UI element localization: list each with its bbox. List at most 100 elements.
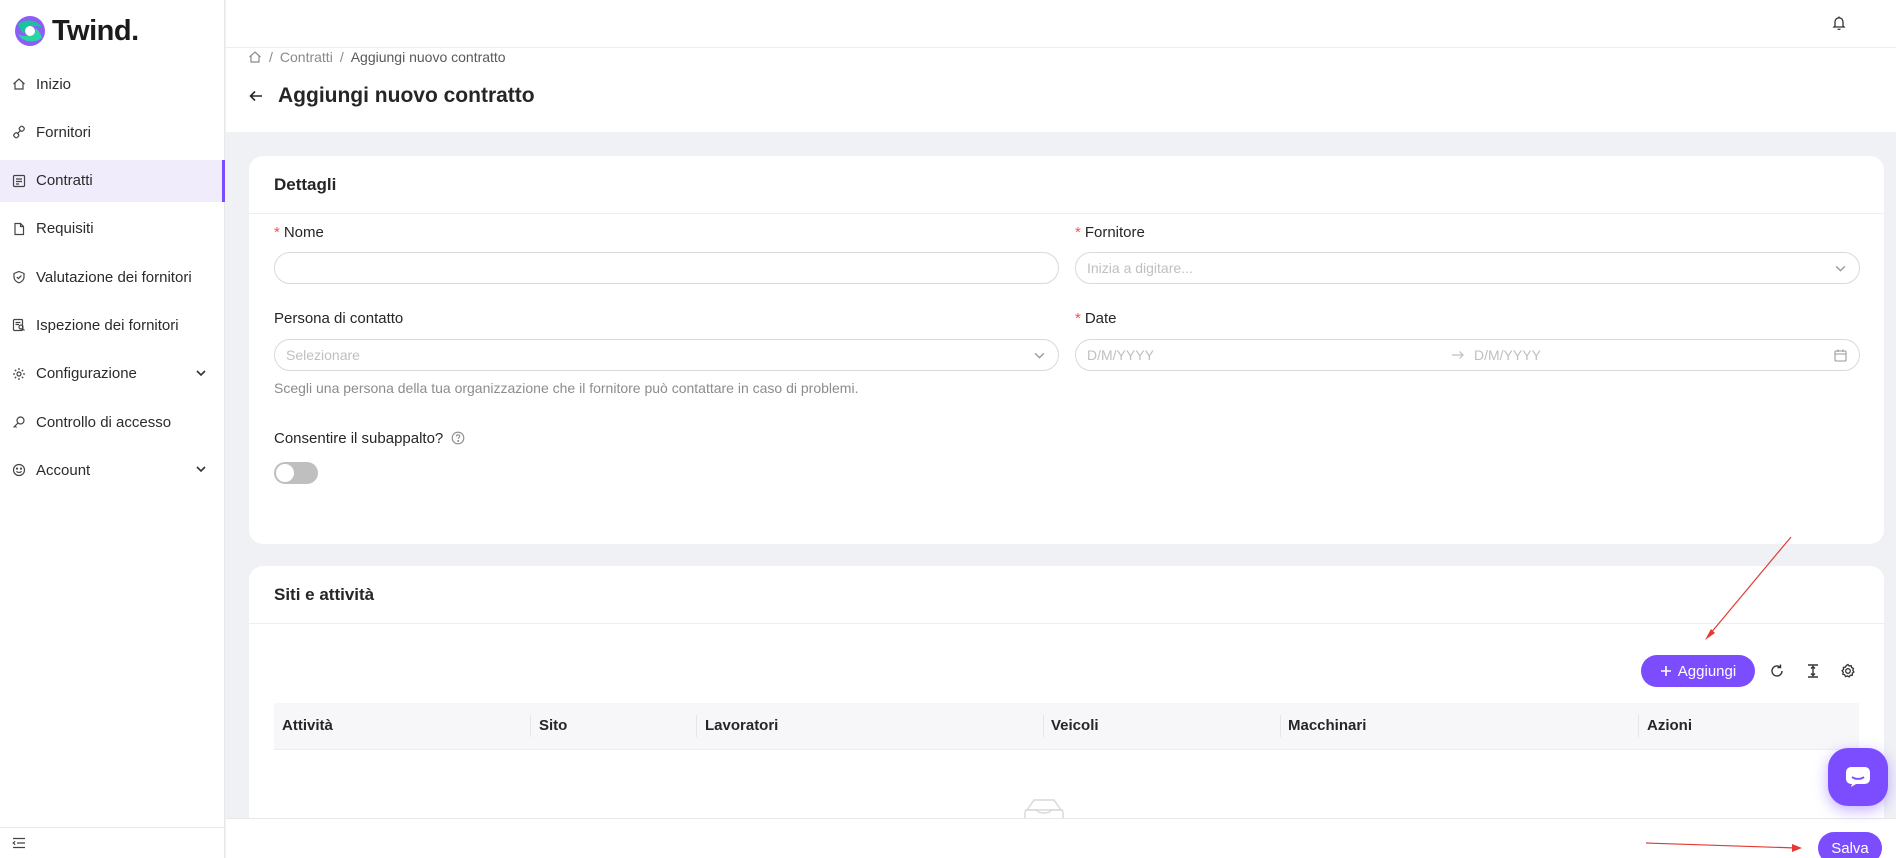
app-root: Twind. Inizio Fornitori Contratti Requis… [0, 0, 1896, 858]
column-separator [1280, 715, 1281, 737]
contatto-label: Persona di contatto [274, 310, 404, 327]
contract-icon [12, 174, 26, 188]
logo-text: Twind. [52, 14, 139, 47]
sidebar-collapse-toggle[interactable] [0, 827, 225, 858]
breadcrumb: / Contratti / Aggiungi nuovo contratto [248, 49, 506, 65]
page-title-row: Aggiungi nuovo contratto [248, 84, 535, 108]
arrow-right-icon [1452, 351, 1464, 359]
sidebar-item-contratti[interactable]: Contratti [0, 159, 225, 202]
sidebar-item-ispezione[interactable]: Ispezione dei fornitori [0, 304, 225, 346]
required-asterisk: * [1075, 224, 1081, 241]
column-header-sito[interactable]: Sito [539, 717, 567, 734]
sidebar-nav: Inizio Fornitori Contratti Requisiti Val… [0, 63, 225, 498]
sidebar-item-label: Contratti [36, 172, 93, 190]
chat-widget-button[interactable] [1828, 748, 1888, 806]
sidebar: Twind. Inizio Fornitori Contratti Requis… [0, 0, 225, 858]
sidebar-item-label: Controllo di accesso [36, 413, 172, 431]
add-button-label: Aggiungi [1677, 662, 1737, 680]
sidebar-item-inizio[interactable]: Inizio [0, 63, 225, 105]
required-asterisk: * [274, 224, 280, 241]
sidebar-item-requisiti[interactable]: Requisiti [0, 208, 225, 250]
top-header [226, 0, 1896, 48]
twind-logo-icon [15, 16, 45, 46]
breadcrumb-separator: / [269, 49, 273, 65]
column-header-macchinari[interactable]: Macchinari [1288, 717, 1366, 734]
key-icon [12, 415, 26, 429]
fornitore-label: * Fornitore [1075, 224, 1145, 241]
chevron-down-icon [1835, 265, 1846, 272]
sidebar-item-controllo-accesso[interactable]: Controllo di accesso [0, 401, 225, 443]
menu-collapse-icon [12, 837, 25, 849]
chevron-down-icon[interactable] [195, 463, 207, 475]
breadcrumb-contratti[interactable]: Contratti [280, 49, 333, 65]
fornitore-placeholder: Inizia a digitare... [1087, 260, 1193, 276]
nome-label-text: Nome [283, 224, 324, 241]
nome-input[interactable] [274, 252, 1059, 284]
column-height-icon[interactable] [1805, 663, 1821, 679]
smile-icon [12, 463, 26, 477]
gear-icon [12, 367, 26, 381]
column-header-lavoratori[interactable]: Lavoratori [705, 717, 778, 734]
date-end-placeholder[interactable]: D/M/YYYY [1474, 347, 1541, 363]
form-footer: Salva [226, 818, 1896, 858]
sites-table-header: Attività Sito Lavoratori Veicoli Macchin… [274, 703, 1859, 750]
chevron-down-icon[interactable] [195, 367, 207, 379]
home-icon [12, 77, 26, 91]
column-separator [1043, 715, 1044, 737]
link-icon [12, 125, 26, 139]
date-label-text: Date [1084, 310, 1117, 327]
sidebar-item-account[interactable]: Account [0, 449, 225, 491]
breadcrumb-current: Aggiungi nuovo contratto [350, 49, 506, 65]
nome-label: * Nome [274, 224, 324, 241]
logo[interactable]: Twind. [12, 14, 139, 48]
home-icon[interactable] [248, 50, 262, 64]
column-header-azioni[interactable]: Azioni [1647, 717, 1692, 734]
column-header-veicoli[interactable]: Veicoli [1051, 717, 1099, 734]
column-separator [530, 715, 531, 737]
page-title: Aggiungi nuovo contratto [278, 84, 535, 107]
details-card-title: Dettagli [249, 156, 1884, 214]
date-label: * Date [1075, 310, 1117, 327]
contatto-select[interactable]: Selezionare [274, 339, 1059, 371]
sidebar-item-configurazione[interactable]: Configurazione [0, 353, 225, 395]
subappalto-label-text: Consentire il subappalto? [274, 430, 444, 447]
back-arrow-icon[interactable] [248, 88, 264, 104]
sidebar-item-label: Configurazione [36, 365, 137, 383]
shield-check-icon [12, 270, 26, 284]
fornitore-label-text: Fornitore [1084, 224, 1145, 241]
chevron-down-icon [1034, 352, 1045, 359]
sidebar-item-label: Ispezione dei fornitori [36, 316, 179, 334]
sidebar-item-label: Fornitori [36, 123, 92, 141]
inspection-icon [12, 318, 26, 332]
page-header: / Contratti / Aggiungi nuovo contratto A… [226, 48, 1896, 132]
contatto-hint: Scegli una persona della tua organizzazi… [274, 380, 859, 396]
column-header-attivita[interactable]: Attività [282, 717, 333, 734]
sidebar-item-label: Inizio [36, 75, 72, 93]
add-site-button[interactable]: Aggiungi [1641, 655, 1755, 687]
date-start-placeholder[interactable]: D/M/YYYY [1087, 347, 1154, 363]
plus-icon [1660, 666, 1671, 676]
details-card: Dettagli * Nome * Fornitore Inizia a digit… [249, 156, 1884, 544]
sites-card-title: Siti e attività [249, 566, 1884, 624]
column-separator [696, 715, 697, 737]
sidebar-item-label: Account [36, 461, 91, 479]
sidebar-item-label: Requisiti [36, 220, 94, 238]
file-icon [12, 222, 26, 236]
save-button[interactable]: Salva [1818, 832, 1882, 858]
fornitore-select[interactable]: Inizia a digitare... [1075, 252, 1860, 284]
bell-icon[interactable] [1831, 15, 1847, 31]
date-range-picker[interactable]: D/M/YYYY D/M/YYYY [1075, 339, 1860, 371]
settings-icon[interactable] [1840, 663, 1856, 679]
sites-card: Siti e attività Aggiungi Attività Sito L… [249, 566, 1884, 858]
question-circle-icon[interactable] [451, 431, 465, 445]
sidebar-item-label: Valutazione dei fornitori [36, 268, 192, 286]
required-asterisk: * [1075, 310, 1081, 327]
calendar-icon [1834, 349, 1847, 362]
reload-icon[interactable] [1769, 663, 1785, 679]
sidebar-item-fornitori[interactable]: Fornitori [0, 111, 225, 153]
sidebar-item-valutazione[interactable]: Valutazione dei fornitori [0, 256, 225, 298]
subappalto-toggle[interactable] [274, 462, 318, 484]
contatto-placeholder: Selezionare [286, 347, 360, 363]
chat-icon [1846, 767, 1870, 787]
breadcrumb-separator: / [339, 49, 344, 65]
